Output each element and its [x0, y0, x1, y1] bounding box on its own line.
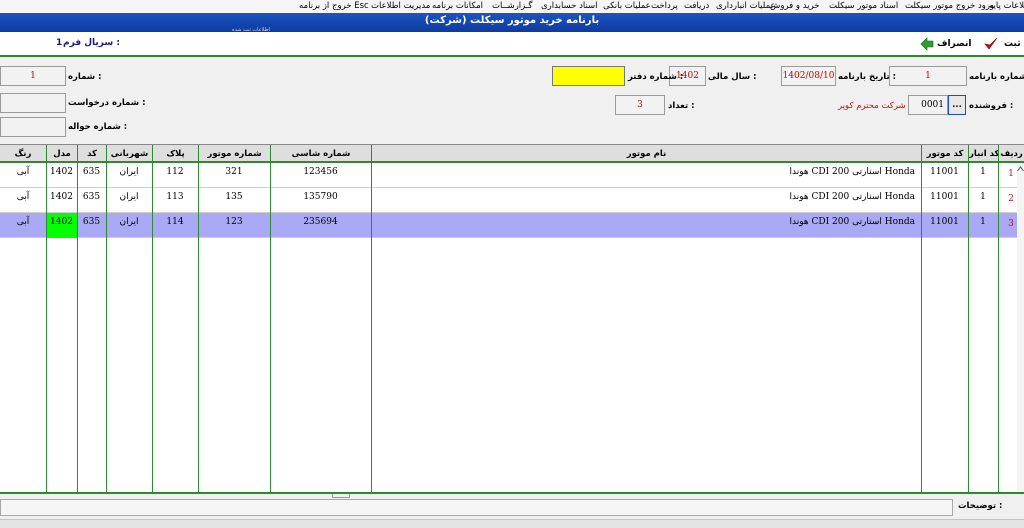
- notes-field[interactable]: [0, 499, 953, 516]
- cell-plate[interactable]: 113: [152, 188, 198, 213]
- waybill-date-label: تاریخ بارنامه :: [838, 72, 896, 82]
- col-header-plate[interactable]: پلاک: [152, 145, 198, 163]
- cell-engine[interactable]: 321: [198, 163, 270, 188]
- col-header-code[interactable]: کد موتور: [921, 145, 968, 163]
- cell-code[interactable]: 11001: [921, 163, 968, 188]
- cell-warehouse[interactable]: 1: [968, 163, 998, 188]
- cell-engine[interactable]: 123: [198, 213, 270, 238]
- menu-item[interactable]: گـزارشــات: [492, 1, 532, 11]
- items-grid[interactable]: ردیف کد انبار کد موتور نام موتور شماره ش…: [0, 145, 1024, 492]
- menu-item[interactable]: پرداخت: [651, 1, 678, 11]
- count-field[interactable]: 3: [615, 95, 665, 115]
- cell-chassis[interactable]: 123456: [270, 163, 371, 188]
- table-row[interactable]: 2 1 11001 هوندا CDI 200 استارتی Honda 135790…: [0, 188, 1024, 213]
- ledger-no-label: شماره دفتر :: [628, 72, 684, 82]
- cell-chassis[interactable]: 135790: [270, 188, 371, 213]
- cell-code[interactable]: 11001: [921, 188, 968, 213]
- menu-item[interactable]: امکانات برنامه: [432, 1, 483, 11]
- seller-lookup-button[interactable]: ...: [948, 95, 966, 115]
- seller-code-field[interactable]: 0001: [908, 95, 948, 115]
- menu-item[interactable]: دریافت: [684, 1, 709, 11]
- seller-name: شرکت محترم کویر: [838, 101, 906, 111]
- fiscal-year-label: سال مالی :: [708, 72, 757, 82]
- menu-item[interactable]: عملیات انبارداری: [716, 1, 776, 11]
- save-button[interactable]: ثبت: [984, 36, 1022, 54]
- col-header-police[interactable]: شهربانی: [106, 145, 152, 163]
- cell-color[interactable]: آبی: [0, 188, 46, 213]
- cell-name[interactable]: هوندا CDI 200 استارتی Honda: [371, 213, 921, 238]
- cell-color[interactable]: آبی: [0, 163, 46, 188]
- request-no-label: شماره درخواست :: [68, 98, 146, 108]
- number-label: شماره :: [68, 72, 102, 82]
- menu-item[interactable]: مدیریت اطلاعات: [371, 1, 430, 11]
- cell-police[interactable]: ایران: [106, 163, 152, 188]
- window-title: بارنامه خرید موتور سیکلت (شرکت): [424, 15, 600, 26]
- cell-warehouse[interactable]: 1: [968, 213, 998, 238]
- col-header-model[interactable]: مدل: [46, 145, 77, 163]
- cell-engine[interactable]: 135: [198, 188, 270, 213]
- back-arrow-icon: [920, 37, 934, 51]
- cell-name[interactable]: هوندا CDI 200 استارتی Honda: [371, 163, 921, 188]
- col-header-chassis[interactable]: شماره شاسی: [270, 145, 371, 163]
- menu-item[interactable]: ورود خروج موتور سیکلت: [905, 1, 994, 11]
- serial-value: 1: [56, 38, 63, 48]
- menu-item[interactable]: خروج از برنامه Esc: [299, 1, 369, 11]
- cell-pcode[interactable]: 635: [77, 213, 106, 238]
- cell-name[interactable]: هوندا CDI 200 استارتی Honda: [371, 188, 921, 213]
- seller-label: فروشنده :: [969, 101, 1014, 111]
- cell-pcode[interactable]: 635: [77, 188, 106, 213]
- menu-item[interactable]: اسناد موتور سیکلت: [829, 1, 898, 11]
- save-label: ثبت: [1004, 39, 1021, 49]
- cancel-button[interactable]: انصراف: [920, 36, 972, 54]
- status-strip: [0, 519, 1024, 528]
- ledger-no-field[interactable]: [552, 66, 625, 86]
- cell-color[interactable]: آبی: [0, 213, 46, 238]
- col-header-color[interactable]: رنگ: [0, 145, 46, 163]
- cell-plate[interactable]: 114: [152, 213, 198, 238]
- col-header-name[interactable]: نام موتور: [371, 145, 921, 163]
- menu-item[interactable]: عملیات بانکی: [603, 1, 651, 11]
- col-header-warehouse[interactable]: کد انبار: [968, 145, 998, 163]
- menu-item[interactable]: خرید و فروش: [770, 1, 820, 11]
- cell-model[interactable]: 1402: [46, 188, 77, 213]
- footer: توضیحات :: [0, 492, 1024, 528]
- remittance-no-field[interactable]: [0, 117, 66, 137]
- cancel-label: انصراف: [937, 39, 972, 49]
- scroll-up-arrow-icon: [1017, 166, 1024, 172]
- cell-model[interactable]: 1402: [46, 213, 77, 238]
- cell-police[interactable]: ایران: [106, 213, 152, 238]
- number-field[interactable]: 1: [0, 66, 66, 86]
- menu-item[interactable]: اطلاعات پایه: [989, 1, 1024, 11]
- col-header-pcode[interactable]: کد: [77, 145, 106, 163]
- status-divider: [332, 494, 350, 498]
- waybill-no-field[interactable]: 1: [889, 66, 967, 86]
- table-row[interactable]: 1 1 11001 هوندا CDI 200 استارتی Honda 123456…: [0, 163, 1024, 188]
- toolbar: ثبت انصراف سریال فرم : 1: [0, 32, 1024, 57]
- cell-model[interactable]: 1402: [46, 163, 77, 188]
- cell-code[interactable]: 11001: [921, 213, 968, 238]
- title-subtext: اطلاعات ثبت شده: [232, 27, 270, 31]
- waybill-no-label: شماره بارنامه :: [969, 72, 1024, 82]
- menu-bar: اطلاعات پایهورود خروج موتور سیکلت اسناد م…: [0, 0, 1024, 13]
- count-label: تعداد :: [668, 101, 695, 111]
- notes-label: توضیحات :: [958, 501, 1003, 511]
- grid-header: ردیف کد انبار کد موتور نام موتور شماره ش…: [0, 145, 1024, 163]
- checkmark-icon: [984, 37, 998, 50]
- cell-pcode[interactable]: 635: [77, 163, 106, 188]
- grid-scrollbar[interactable]: [1017, 163, 1024, 492]
- table-row[interactable]: 3 1 11001 هوندا CDI 200 استارتی Honda 235694…: [0, 213, 1024, 238]
- header-form: شماره بارنامه : 1 تاریخ بارنامه : 1402/0…: [0, 59, 1024, 145]
- request-no-field[interactable]: [0, 93, 66, 113]
- cell-warehouse[interactable]: 1: [968, 188, 998, 213]
- col-header-engine[interactable]: شماره موتور: [198, 145, 270, 163]
- remittance-no-label: شماره حواله :: [68, 122, 128, 132]
- serial-label: سریال فرم :: [63, 38, 120, 48]
- title-bar: بارنامه خرید موتور سیکلت (شرکت) اطلاعات …: [0, 13, 1024, 32]
- waybill-date-field[interactable]: 1402/08/10: [781, 66, 836, 86]
- cell-plate[interactable]: 112: [152, 163, 198, 188]
- cell-police[interactable]: ایران: [106, 188, 152, 213]
- col-header-row[interactable]: ردیف: [998, 145, 1024, 163]
- menu-item[interactable]: اسناد حسابداری: [541, 1, 598, 11]
- cell-chassis[interactable]: 235694: [270, 213, 371, 238]
